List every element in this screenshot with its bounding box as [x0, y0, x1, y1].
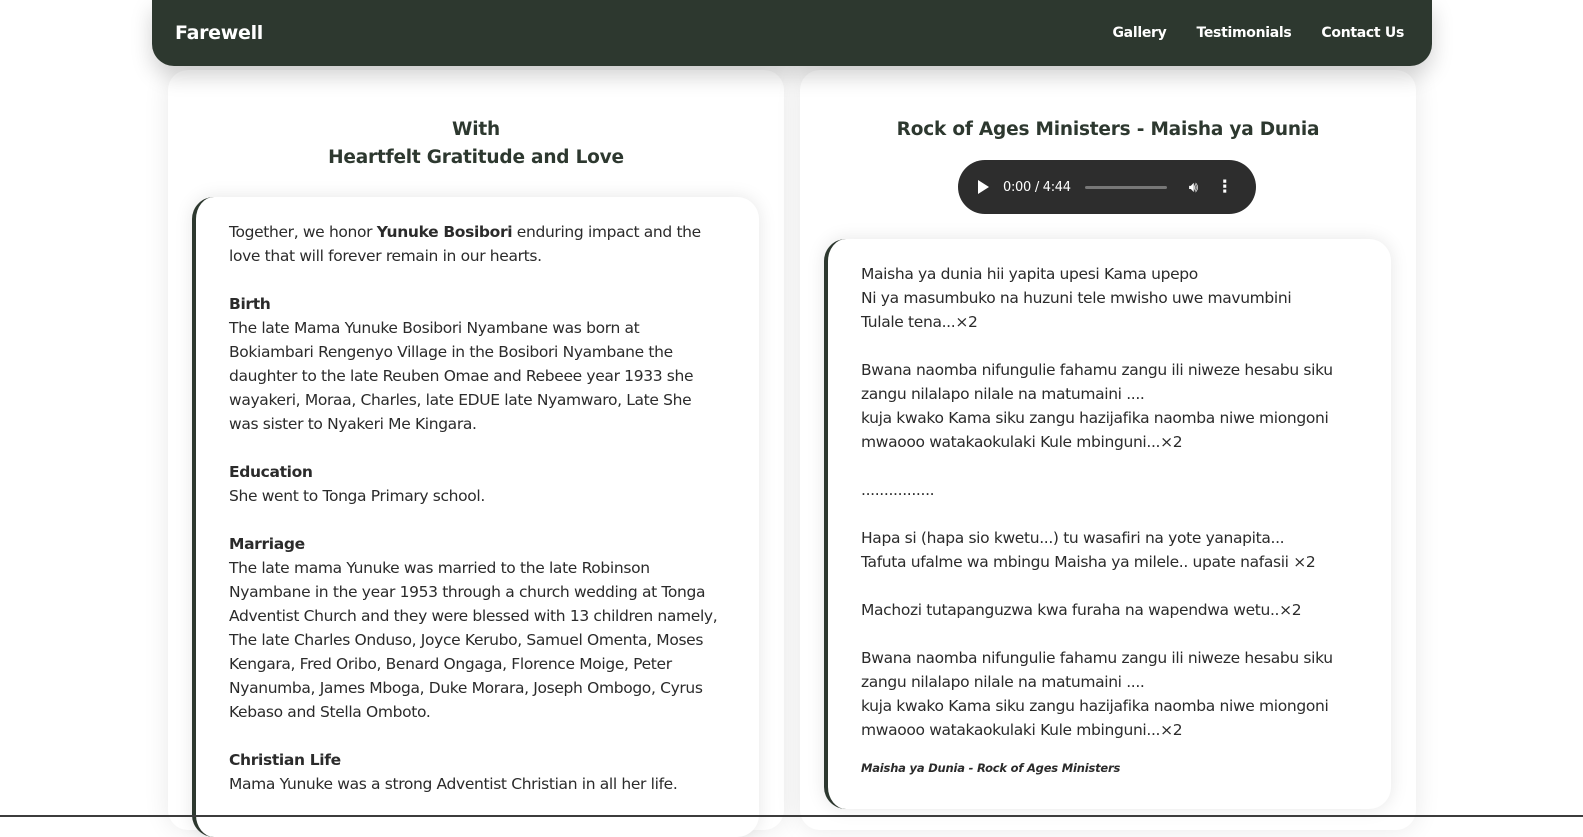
lyric-stanza: Hapa si (hapa sio kwetu...) tu wasafiri …: [861, 529, 1316, 571]
audio-progress-bar[interactable]: [1084, 185, 1167, 189]
section-text-birth: The late Mama Yunuke Bosibori Nyambane w…: [229, 319, 694, 433]
volume-icon[interactable]: 🔊︎: [1189, 178, 1198, 196]
lyrics-card: Maisha ya dunia hii yapita upesi Kama up…: [824, 239, 1391, 809]
audio-time: 0:00 / 4:44: [1003, 179, 1071, 195]
tribute-column: With Heartfelt Gratitude and Love Togeth…: [168, 70, 784, 837]
section-heading-birth: Birth: [229, 295, 271, 313]
lyric-stanza: Bwana naomba nifungulie fahamu zangu ili…: [861, 361, 1333, 451]
more-options-icon[interactable]: ⋮: [1216, 177, 1233, 197]
section-text-education: She went to Tonga Primary school.: [229, 487, 485, 505]
tribute-title-line1: With: [452, 119, 500, 140]
nav-links: Gallery Testimonials Contact Us: [1112, 25, 1404, 41]
intro-paragraph: Together, we honor Yunuke Bosibori endur…: [229, 220, 725, 268]
intro-text-before: Together, we honor: [229, 223, 377, 241]
tribute-title-line2: Heartfelt Gratitude and Love: [328, 147, 624, 168]
tribute-title: With Heartfelt Gratitude and Love: [168, 116, 784, 172]
section-text-christian-life: Mama Yunuke was a strong Adventist Chris…: [229, 775, 678, 793]
section-heading-education: Education: [229, 463, 313, 481]
song-caption: Maisha ya Dunia - Rock of Ages Ministers: [861, 761, 1121, 775]
brand-logo[interactable]: Farewell: [175, 22, 263, 44]
lyric-stanza: Bwana naomba nifungulie fahamu zangu ili…: [861, 649, 1333, 739]
section-heading-christian-life: Christian Life: [229, 751, 341, 769]
lyric-stanza: Maisha ya dunia hii yapita upesi Kama up…: [861, 265, 1292, 331]
song-title: Rock of Ages Ministers - Maisha ya Dunia: [896, 119, 1320, 140]
lyric-stanza: Machozi tutapanguzwa kwa furaha na wapen…: [861, 601, 1302, 619]
nav-link-contact-us[interactable]: Contact Us: [1321, 25, 1404, 41]
navbar: Farewell Gallery Testimonials Contact Us: [152, 0, 1432, 66]
audio-player[interactable]: 0:00 / 4:44 🔊︎ ⋮: [958, 160, 1256, 214]
section-heading-marriage: Marriage: [229, 535, 305, 553]
biography-card: Together, we honor Yunuke Bosibori endur…: [192, 197, 759, 837]
nav-link-testimonials[interactable]: Testimonials: [1196, 25, 1291, 41]
play-icon[interactable]: [978, 180, 989, 194]
deceased-name: Yunuke Bosibori: [376, 223, 513, 241]
song-column: Rock of Ages Ministers - Maisha ya Dunia…: [800, 70, 1416, 830]
nav-link-gallery[interactable]: Gallery: [1112, 25, 1166, 41]
lyric-stanza: ................: [861, 481, 935, 499]
section-text-marriage: The late mama Yunuke was married to the …: [229, 559, 718, 721]
